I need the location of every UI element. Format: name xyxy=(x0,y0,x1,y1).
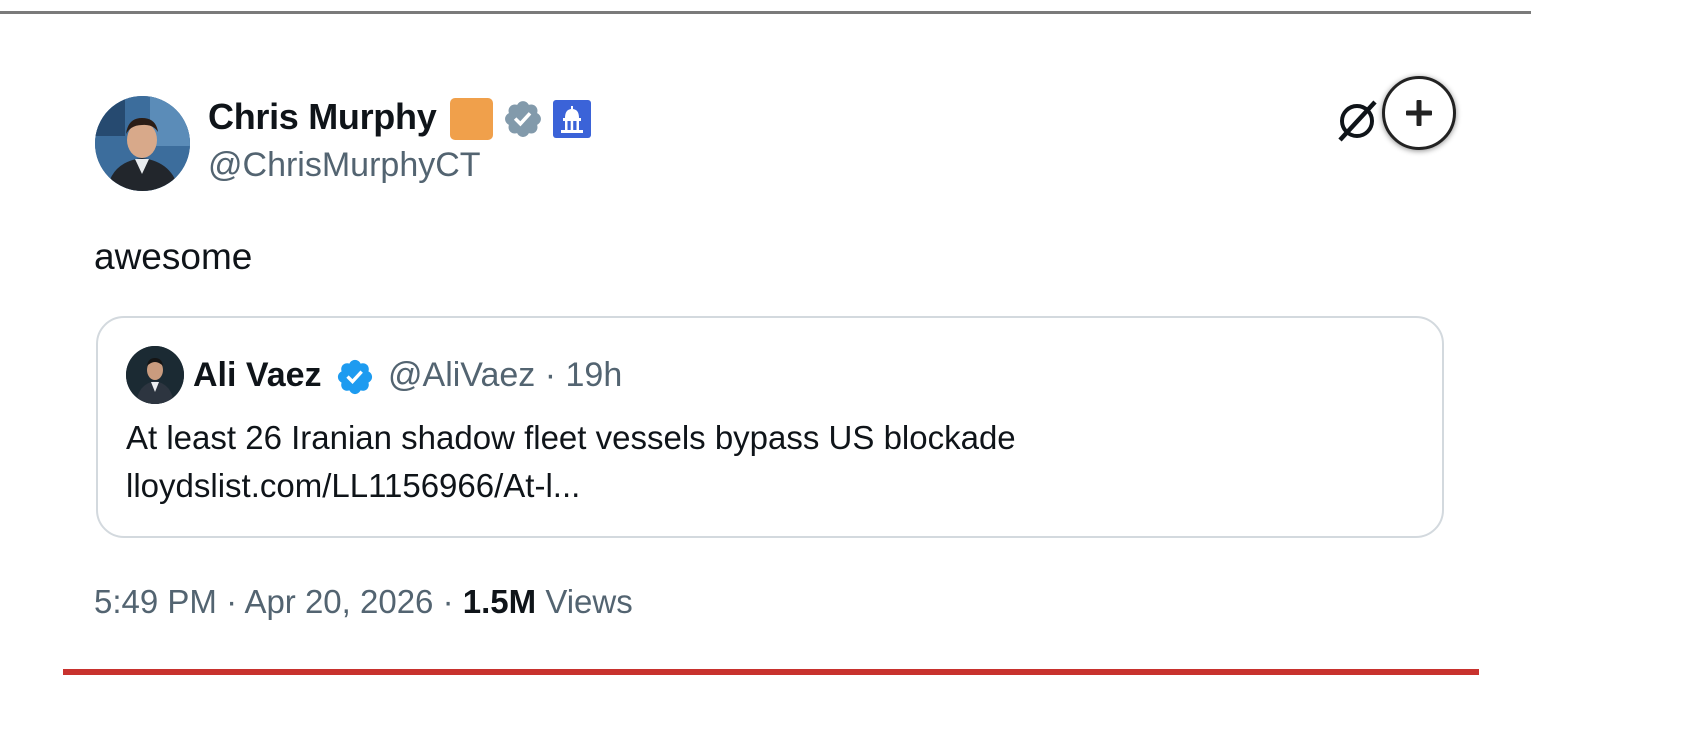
quoted-author-handle[interactable]: @AliVaez xyxy=(388,356,535,394)
timestamp-separator: · xyxy=(442,583,454,620)
author-avatar[interactable] xyxy=(95,96,190,191)
tweet-time[interactable]: 5:49 PM xyxy=(94,583,217,620)
add-button[interactable] xyxy=(1382,76,1456,150)
author-handle[interactable]: @ChrisMurphyCT xyxy=(208,146,481,185)
quoted-tweet-age[interactable]: 19h xyxy=(566,356,623,394)
timestamp-separator: · xyxy=(226,583,238,620)
author-badges xyxy=(450,98,591,140)
tweet-text: awesome xyxy=(94,236,253,277)
quoted-tweet-card[interactable]: Ali Vaez @AliVaez · 19h At least 26 Iran… xyxy=(96,316,1444,538)
top-actions xyxy=(1330,76,1460,150)
verified-badge-icon[interactable] xyxy=(502,98,544,140)
views-label[interactable]: Views xyxy=(545,583,632,620)
quoted-author-name[interactable]: Ali Vaez xyxy=(193,356,322,395)
quoted-tweet-meta: @AliVaez · 19h xyxy=(388,356,622,395)
views-count[interactable]: 1.5M xyxy=(463,583,536,620)
quoted-tweet-link[interactable]: lloydslist.com/LL1156966/At-l... xyxy=(126,467,580,505)
plus-icon xyxy=(1406,100,1432,126)
top-divider xyxy=(0,11,1531,14)
bottom-divider xyxy=(63,669,1479,675)
tweet-date[interactable]: Apr 20, 2026 xyxy=(244,583,433,620)
meta-separator: · xyxy=(544,356,557,394)
government-building-icon[interactable] xyxy=(553,100,591,138)
author-avatar-image xyxy=(95,96,190,191)
grok-icon[interactable] xyxy=(1334,98,1380,144)
blue-verified-badge-icon[interactable] xyxy=(335,357,375,397)
orange-square-badge-icon xyxy=(450,98,493,140)
quoted-author-avatar-image xyxy=(126,346,184,404)
quoted-tweet-text: At least 26 Iranian shadow fleet vessels… xyxy=(126,419,1016,456)
tweet-timestamp-row: 5:49 PM · Apr 20, 2026 · 1.5M Views xyxy=(94,583,633,621)
quoted-author-avatar[interactable] xyxy=(126,346,184,404)
author-display-name[interactable]: Chris Murphy xyxy=(208,96,437,138)
